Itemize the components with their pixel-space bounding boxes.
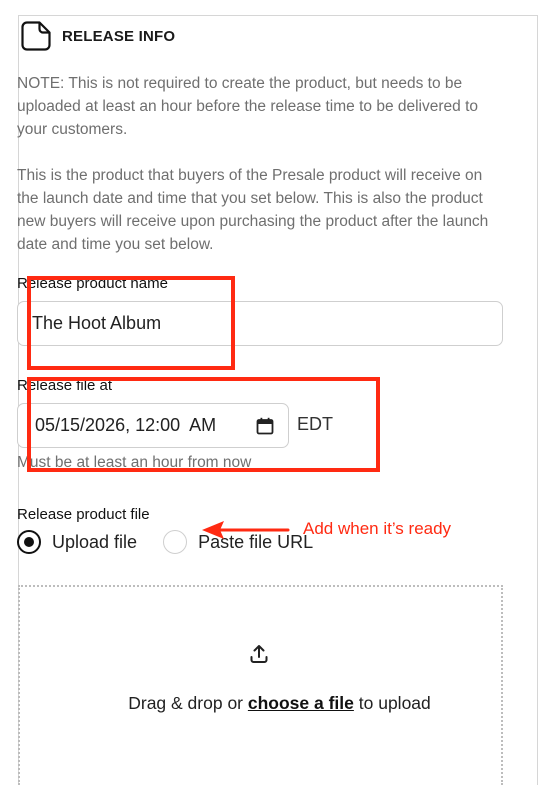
release-description: This is the product that buyers of the P… — [17, 167, 489, 253]
choose-file-link[interactable]: choose a file — [248, 693, 354, 713]
left-arrow-icon — [202, 519, 292, 541]
file-dropzone[interactable] — [18, 585, 503, 785]
upload-icon — [248, 643, 270, 665]
highlight-box-product-name — [27, 276, 235, 370]
required-note: NOTE: This is not required to create the… — [17, 75, 479, 138]
radio-checked-icon[interactable] — [17, 530, 41, 554]
note-icon — [20, 20, 52, 52]
annotation-text: Add when it’s ready — [303, 519, 452, 538]
release-product-file-label: Release product file — [17, 506, 150, 523]
highlight-box-release-date — [27, 377, 380, 472]
radio-unchecked-icon[interactable] — [163, 530, 188, 554]
section-title: RELEASE INFO — [62, 27, 176, 45]
dropzone-text: Drag & drop or choose a file to upload — [0, 693, 559, 714]
section-header: RELEASE INFO — [20, 20, 175, 52]
dropzone-suffix: to upload — [353, 693, 431, 713]
radio-upload-file[interactable]: Upload file — [17, 530, 137, 554]
dropzone-prefix: Drag & drop or — [128, 693, 248, 713]
radio-upload-file-label: Upload file — [52, 531, 138, 552]
